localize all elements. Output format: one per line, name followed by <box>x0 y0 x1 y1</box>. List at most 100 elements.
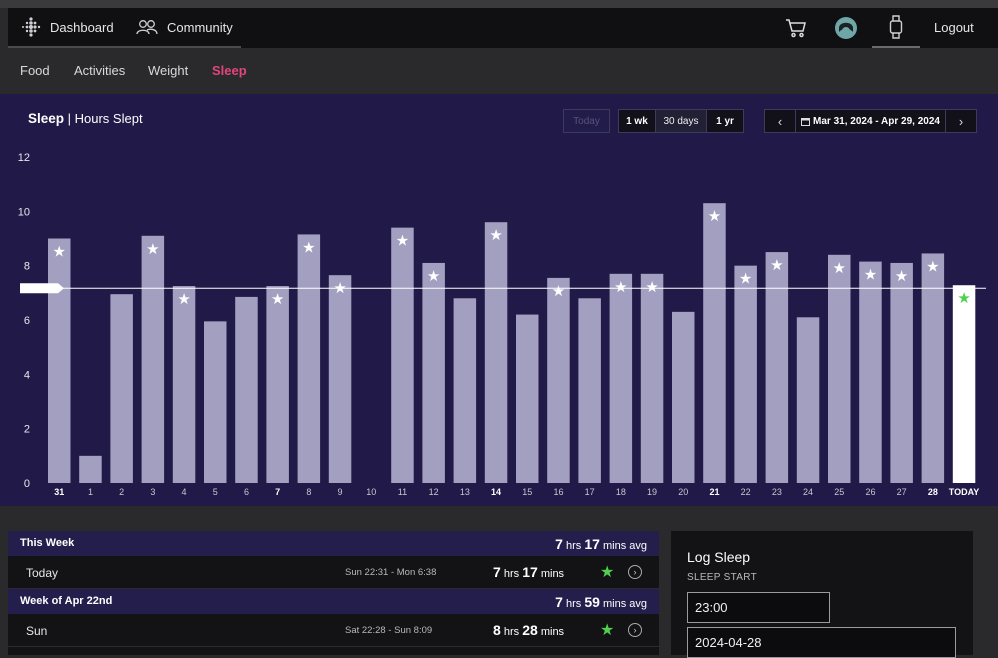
range-1yr-button[interactable]: 1 yr <box>707 110 743 132</box>
goal-star-icon: ★ <box>739 271 752 288</box>
hrs-unit: hrs <box>562 598 585 610</box>
goal-star-icon: ★ <box>146 241 159 258</box>
sleep-bar <box>141 235 165 483</box>
tab-weight[interactable]: Weight <box>148 63 188 78</box>
x-tick-label: 9 <box>338 487 343 497</box>
nav-community-label: Community <box>167 19 233 35</box>
sleep-bar <box>703 203 726 483</box>
goal-star-icon: ★ <box>864 267 877 284</box>
sleep-bar <box>547 277 570 483</box>
week-header: Week of Apr 22nd 7 hrs 59 mins avg <box>8 589 659 614</box>
x-tick-label: 21 <box>709 487 719 497</box>
goal-star-icon: ★ <box>957 290 970 307</box>
range-selector: 1 wk 30 days 1 yr <box>618 109 744 133</box>
tab-sleep[interactable]: Sleep <box>212 63 247 78</box>
nav-dashboard-label: Dashboard <box>50 19 114 35</box>
sleep-bar <box>391 227 414 483</box>
week-header: This Week 7 hrs 17 mins avg <box>8 531 659 556</box>
sleep-log-row[interactable]: Sun Sat 22:28 - Sun 8:09 8 hrs 28 mins ★… <box>8 614 659 647</box>
sleep-bar <box>765 252 789 483</box>
top-strip <box>0 0 998 8</box>
week-average: 7 hrs 59 mins avg <box>555 594 647 610</box>
tab-food[interactable]: Food <box>20 63 50 78</box>
x-tick-label: 6 <box>244 487 249 497</box>
face-icon[interactable] <box>830 8 862 48</box>
x-tick-label: 2 <box>119 487 124 497</box>
sub-nav: Food Activities Weight Sleep <box>0 48 998 94</box>
week-label: Week of Apr 22nd <box>20 595 113 607</box>
y-tick-label: 0 <box>24 478 30 490</box>
sleep-bar <box>484 222 508 483</box>
x-tick-label: 23 <box>772 487 782 497</box>
sleep-bar <box>890 262 913 483</box>
x-tick-label: 13 <box>460 487 470 497</box>
sleep-start-date-input[interactable] <box>687 627 956 658</box>
sleep-bar <box>516 314 539 483</box>
weekly-sleep-list: This Week 7 hrs 17 mins avg Today Sun 22… <box>8 531 659 655</box>
hrs-unit: hrs <box>500 568 523 580</box>
watch-icon[interactable] <box>872 8 920 48</box>
community-icon <box>136 19 158 35</box>
range-1wk-button[interactable]: 1 wk <box>619 110 655 132</box>
chart-title-rest: | Hours Slept <box>64 111 143 126</box>
row-hrs: 8 <box>493 622 501 638</box>
x-tick-label: 10 <box>366 487 376 497</box>
prev-range-button[interactable]: ‹ <box>765 110 795 132</box>
cart-icon[interactable] <box>782 8 810 48</box>
chevron-right-icon[interactable]: › <box>628 623 642 637</box>
x-tick-label: 1 <box>88 487 93 497</box>
y-tick-label: 4 <box>24 369 30 381</box>
x-tick-label: TODAY <box>949 487 980 497</box>
sleep-start-time-input[interactable] <box>687 592 830 623</box>
sleep-bar <box>110 294 133 483</box>
goal-star-icon: ★ <box>427 268 440 285</box>
y-tick-label: 8 <box>24 261 30 273</box>
sleep-bar <box>172 286 196 483</box>
goal-star-icon: ★ <box>600 564 615 581</box>
next-range-button[interactable]: › <box>946 110 976 132</box>
calendar-icon <box>801 117 811 126</box>
logout-link[interactable]: Logout <box>934 8 974 46</box>
goal-star-icon: ★ <box>489 227 502 244</box>
nav-community[interactable]: Community <box>136 8 233 46</box>
avg-unit: mins avg <box>599 598 647 610</box>
today-button[interactable]: Today <box>563 109 610 133</box>
week-label: This Week <box>20 537 75 549</box>
sleep-bar <box>578 298 601 483</box>
nav-dashboard[interactable]: Dashboard <box>21 8 114 46</box>
goal-star-icon: ★ <box>271 291 284 308</box>
date-range-button[interactable]: Mar 31, 2024 - Apr 29, 2024 <box>795 110 946 132</box>
sleep-log-row[interactable]: Today Sun 22:31 - Mon 6:38 7 hrs 17 mins… <box>8 556 659 589</box>
goal-star-icon: ★ <box>53 244 66 261</box>
chevron-right-icon[interactable]: › <box>628 565 642 579</box>
x-tick-label: 12 <box>429 487 439 497</box>
range-30days-button[interactable]: 30 days <box>654 110 708 132</box>
week-average: 7 hrs 17 mins avg <box>555 536 647 552</box>
x-tick-label: 31 <box>54 487 64 497</box>
hrs-unit: hrs <box>500 626 523 638</box>
sleep-bar <box>952 285 976 483</box>
row-mins: 17 <box>522 564 538 580</box>
goal-star-icon: ★ <box>600 622 615 639</box>
week-avg-mins: 17 <box>584 536 600 552</box>
sleep-chart-panel: 0 2 4 6 8 10 12 ★ 31 1 2 ★ 3 ★ 4 5 6 ★ 7 ★ 8 ★ 9 10 ★ 11 ★ 12 13 ★ 14 1… <box>0 94 998 506</box>
row-day: Sun <box>26 624 48 638</box>
chart-title: Sleep | Hours Slept <box>28 111 143 126</box>
sleep-bar <box>453 298 477 483</box>
log-sleep-panel: Log Sleep SLEEP START <box>671 531 973 658</box>
x-tick-label: 27 <box>897 487 907 497</box>
row-duration: 8 hrs 28 mins <box>493 622 564 638</box>
x-tick-label: 5 <box>213 487 218 497</box>
sleep-bar <box>734 265 757 483</box>
goal-star-icon: ★ <box>614 279 627 296</box>
x-tick-label: 3 <box>150 487 155 497</box>
avg-unit: mins avg <box>599 540 647 552</box>
row-hrs: 7 <box>493 564 501 580</box>
row-time-range: Sun 22:31 - Mon 6:38 <box>345 567 437 578</box>
x-tick-label: 14 <box>491 487 501 497</box>
y-tick-label: 12 <box>18 152 30 164</box>
x-tick-label: 26 <box>865 487 875 497</box>
x-tick-label: 11 <box>398 487 407 497</box>
x-tick-label: 15 <box>522 487 532 497</box>
tab-activities[interactable]: Activities <box>74 63 125 78</box>
